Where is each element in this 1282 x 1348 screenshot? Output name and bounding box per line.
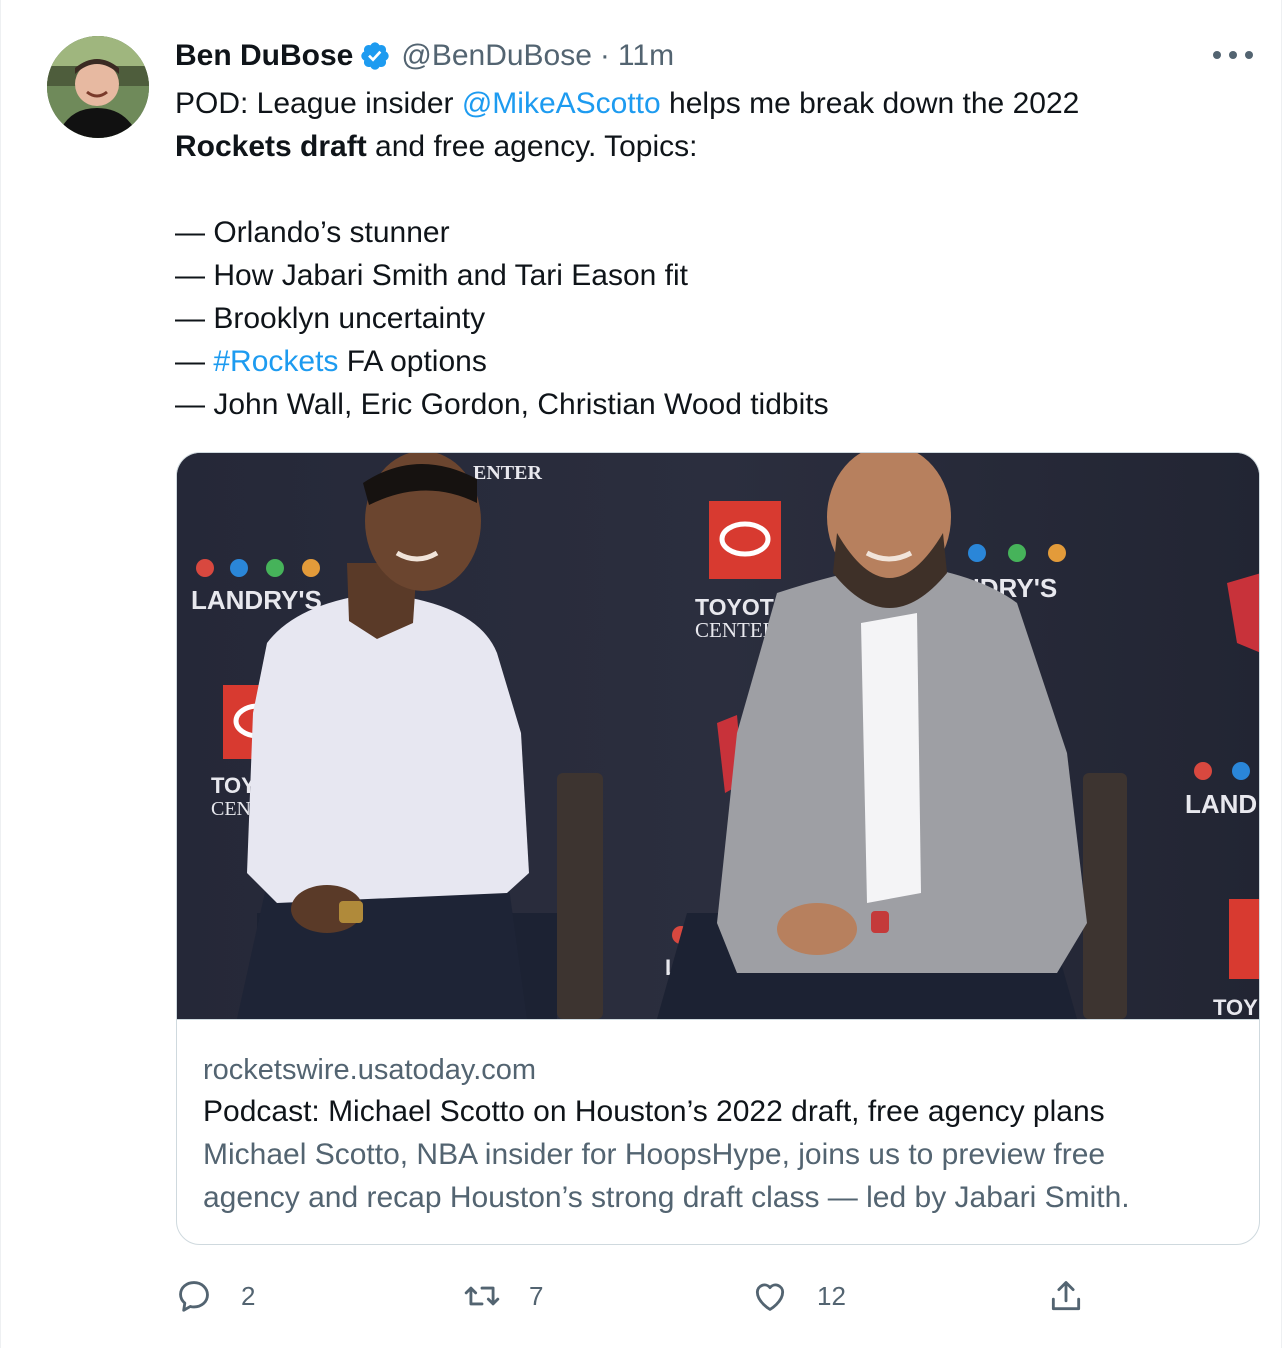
card-description-line: Michael Scotto, NBA insider for HoopsHyp… (203, 1138, 1106, 1171)
bullet-item: — Brooklyn uncertainty (175, 297, 1235, 340)
backdrop-text: TOY (211, 773, 256, 798)
tweet-text: POD: League insider @MikeAScotto helps m… (175, 82, 1235, 426)
text-segment: POD: League insider (175, 87, 462, 120)
card-title: Podcast: Michael Scotto on Houston’s 202… (203, 1095, 1105, 1128)
bullet-text: How Jabari Smith and Tari Eason fit (213, 259, 689, 292)
card-meta[interactable]: rocketswire.usatoday.com Podcast: Michae… (177, 1019, 1259, 1244)
author-avatar[interactable] (47, 36, 149, 138)
bullet-text: John Wall, Eric Gordon, Christian Wood t… (213, 388, 829, 421)
reply-count: 2 (241, 1280, 256, 1311)
bullet-text: FA options (338, 345, 487, 378)
bullet-dash: — (175, 345, 214, 378)
verified-badge-icon (361, 42, 390, 70)
like-button[interactable]: 12 (751, 1272, 846, 1320)
tweet: Ben DuBose @BenDuBose · 11m POD: League … (0, 0, 1282, 1348)
card-photo[interactable]: ENTER LANDRY'S TOY CEN TOYOTA CENTER NDR… (177, 453, 1259, 1019)
reply-button[interactable]: 2 (175, 1272, 255, 1320)
mention-link[interactable]: @MikeAScotto (462, 87, 661, 120)
tweet-actions: 2 7 12 (175, 1272, 1275, 1320)
bold-text: Rockets draft (175, 130, 367, 163)
bullet-dash: — (175, 216, 214, 249)
bullet-item: — #Rockets FA options (175, 340, 1235, 383)
bullet-item: — How Jabari Smith and Tari Eason fit (175, 254, 1235, 297)
retweet-count: 7 (529, 1280, 544, 1311)
press-conference-photo: ENTER LANDRY'S TOY CEN TOYOTA CENTER NDR… (177, 453, 1259, 1019)
retweet-button[interactable]: 7 (463, 1272, 543, 1320)
link-card[interactable]: ENTER LANDRY'S TOY CEN TOYOTA CENTER NDR… (176, 452, 1260, 1245)
bullet-item: — Orlando’s stunner (175, 211, 1235, 254)
bullet-text: Brooklyn uncertainty (213, 302, 486, 335)
user-avatar-icon (47, 36, 149, 138)
more-dot (1229, 51, 1237, 59)
author-name[interactable]: Ben DuBose (175, 39, 353, 73)
more-dot (1213, 51, 1221, 59)
author-handle[interactable]: @BenDuBose (401, 39, 592, 73)
backdrop-text: LAND (1185, 789, 1257, 819)
card-domain: rocketswire.usatoday.com (203, 1054, 537, 1086)
like-count: 12 (817, 1280, 846, 1311)
backdrop-text: TOY (1213, 995, 1258, 1019)
reply-icon (179, 1281, 209, 1312)
tweet-header: Ben DuBose @BenDuBose · 11m (175, 36, 674, 76)
hashtag-link[interactable]: #Rockets (213, 345, 338, 378)
more-dot (1245, 51, 1253, 59)
more-options-icon[interactable] (1213, 40, 1253, 70)
backdrop-text: CEN (211, 798, 251, 820)
heart-icon (755, 1283, 785, 1311)
tweet-line-2: Rockets draft and free agency. Topics: (175, 125, 1235, 168)
header-separator: · (599, 39, 610, 72)
bullet-item: — John Wall, Eric Gordon, Christian Wood… (175, 383, 1235, 426)
share-button[interactable] (1047, 1272, 1113, 1320)
backdrop-text: ENTER (473, 462, 542, 484)
bullet-dash: — (175, 259, 214, 292)
tweet-timestamp[interactable]: 11m (618, 39, 674, 73)
backdrop-text: LANDRY'S (191, 585, 322, 615)
card-description-line: agency and recap Houston’s strong draft … (203, 1181, 1130, 1214)
retweet-icon (464, 1286, 500, 1306)
text-segment: helps me break down the 2022 (660, 87, 1080, 120)
share-icon (1051, 1281, 1081, 1311)
tweet-line-1: POD: League insider @MikeAScotto helps m… (175, 82, 1235, 125)
bullet-dash: — (175, 302, 214, 335)
bullet-text: Orlando’s stunner (213, 216, 450, 249)
text-segment: and free agency. Topics: (366, 130, 698, 163)
bullet-dash: — (175, 388, 214, 421)
